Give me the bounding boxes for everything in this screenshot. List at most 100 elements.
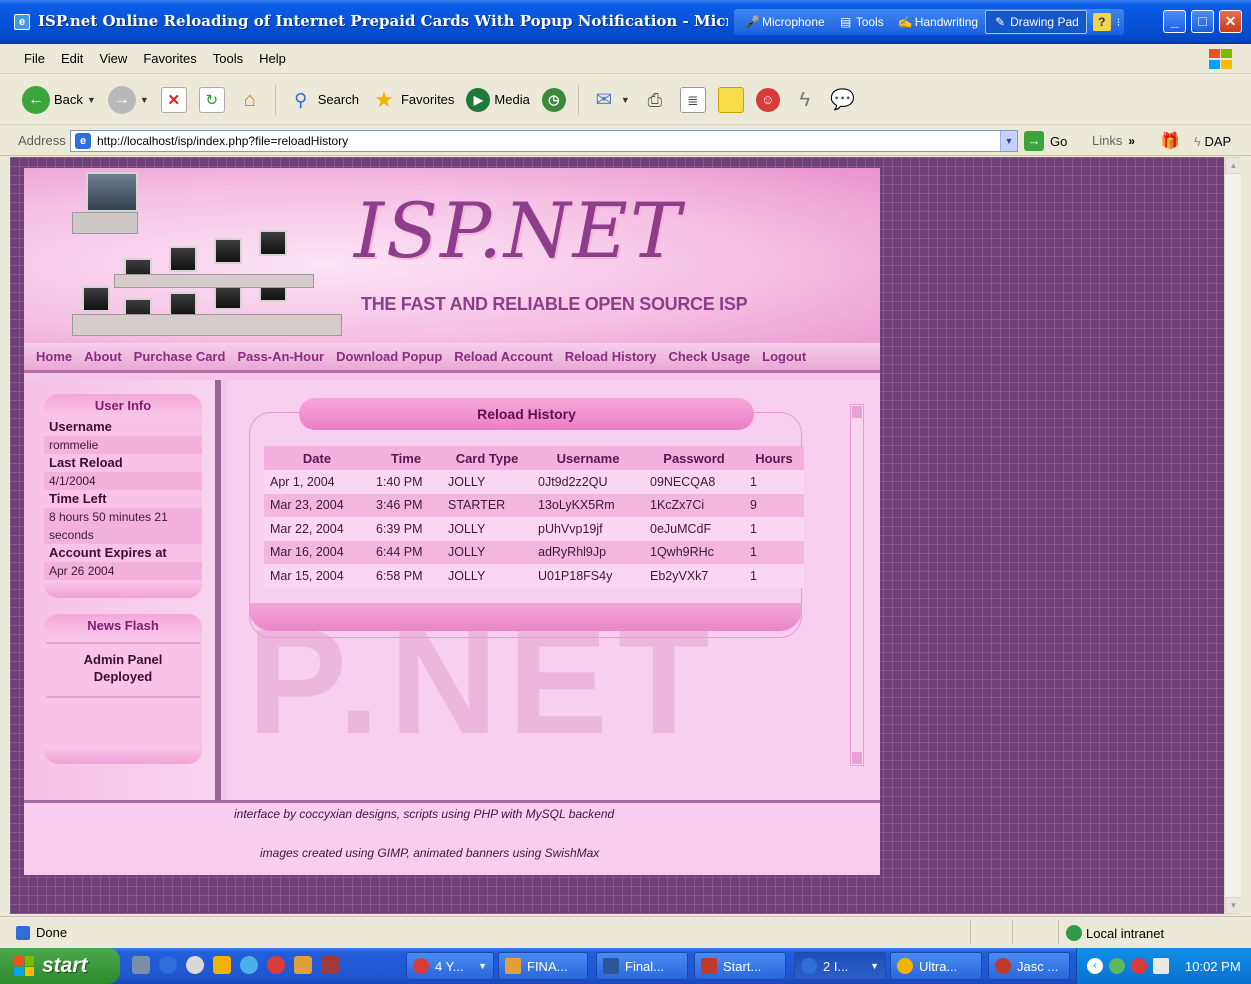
address-url[interactable]: http://localhost/isp/index.php?file=relo… xyxy=(97,134,1000,148)
search-button[interactable]: ⚲ Search xyxy=(284,82,363,118)
nav-reload-account[interactable]: Reload Account xyxy=(454,349,552,364)
dap-toolbar: 🎁 ϟ DAP xyxy=(1160,131,1231,151)
research-button[interactable]: ϟ xyxy=(788,82,822,118)
history-icon: ◷ xyxy=(541,87,566,112)
discuss-button[interactable]: 💬 xyxy=(826,82,860,118)
address-dropdown-icon[interactable]: ▼ xyxy=(1000,131,1017,151)
home-button[interactable]: ⌂ xyxy=(233,82,267,118)
stop-button[interactable]: ✕ xyxy=(157,82,191,118)
taskbar-button-start-app[interactable]: Start... xyxy=(694,952,786,980)
status-text: Done xyxy=(16,925,67,940)
scroll-down-icon[interactable] xyxy=(852,752,862,764)
taskbar-button-messenger[interactable]: 4 Y... ▼ xyxy=(406,952,494,980)
nav-reload-history[interactable]: Reload History xyxy=(565,349,657,364)
print-button[interactable]: ⎙ xyxy=(638,82,672,118)
site-tagline: THE FAST AND RELIABLE OPEN SOURCE ISP xyxy=(361,294,748,314)
nav-purchase-card[interactable]: Purchase Card xyxy=(134,349,226,364)
edit-button[interactable]: ≣ xyxy=(676,82,710,118)
scroll-down-icon[interactable]: ▼ xyxy=(1225,897,1241,914)
dap-button[interactable]: ϟ DAP xyxy=(1194,134,1231,149)
refresh-icon: ↻ xyxy=(198,86,225,113)
lang-tools-button[interactable]: ▤ Tools xyxy=(832,10,891,34)
nav-logout[interactable]: Logout xyxy=(762,349,806,364)
microphone-icon: 🎤 xyxy=(745,15,760,29)
taskbar-button-ie[interactable]: 2 I... ▼ xyxy=(794,952,886,980)
address-input[interactable]: e http://localhost/isp/index.php?file=re… xyxy=(70,130,1018,152)
mail-dropdown-icon[interactable]: ▼ xyxy=(621,95,630,105)
table-row: Mar 23, 2004 3:46 PM STARTER 13oLyKX5Rm … xyxy=(264,493,804,517)
ie-quick-launch-icon[interactable] xyxy=(159,956,177,974)
links-toolbar[interactable]: Links» xyxy=(1092,133,1135,148)
close-button[interactable]: ✕ xyxy=(1219,10,1242,33)
quick-launch-icon[interactable] xyxy=(240,956,258,974)
media-button[interactable]: ▶ Media xyxy=(462,82,533,118)
go-button[interactable]: → Go xyxy=(1024,131,1067,151)
cell-username: adRyRhl9Jp xyxy=(532,540,644,564)
table-row: Mar 22, 2004 6:39 PM JOLLY pUhVvp19jf 0e… xyxy=(264,517,804,541)
cell-date: Mar 16, 2004 xyxy=(264,540,370,564)
lightning-icon: ϟ xyxy=(799,88,811,111)
network-tray-icon[interactable] xyxy=(1109,958,1125,974)
page-scrollbar[interactable]: ▲ ▼ xyxy=(1224,157,1241,914)
scroll-up-icon[interactable]: ▲ xyxy=(1225,157,1241,174)
window-title-bar[interactable]: e ISP.net Online Reloading of Internet P… xyxy=(0,0,1251,44)
menu-view[interactable]: View xyxy=(91,51,135,66)
notes-button[interactable] xyxy=(714,82,748,118)
taskbar-button-ultra[interactable]: Ultra... xyxy=(890,952,982,980)
news-line-1: Admin Panel xyxy=(83,652,163,667)
menu-file[interactable]: File xyxy=(16,51,53,66)
menu-help[interactable]: Help xyxy=(251,51,294,66)
cell-hours: 1 xyxy=(744,564,804,588)
links-chevron-icon[interactable]: » xyxy=(1128,134,1135,148)
refresh-button[interactable]: ↻ xyxy=(195,82,229,118)
last-reload-value: 4/1/2004 xyxy=(44,472,202,490)
gift-icon[interactable]: 🎁 xyxy=(1160,131,1180,151)
menu-favorites[interactable]: Favorites xyxy=(135,51,204,66)
cell-card-type: JOLLY xyxy=(442,517,532,541)
nav-pass-an-hour[interactable]: Pass-An-Hour xyxy=(237,349,324,364)
scroll-up-icon[interactable] xyxy=(852,406,862,418)
maximize-button[interactable]: □ xyxy=(1191,10,1214,33)
taskbar-button-word[interactable]: Final... xyxy=(596,952,688,980)
discuss-bubble-icon: 💬 xyxy=(830,88,856,111)
favorites-button[interactable]: ★ Favorites xyxy=(367,82,458,118)
menu-tools[interactable]: Tools xyxy=(205,51,251,66)
taskbar-button-jasc[interactable]: Jasc ... xyxy=(988,952,1070,980)
footer-credits-1: interface by coccyxian designs, scripts … xyxy=(234,807,615,821)
menu-edit[interactable]: Edit xyxy=(53,51,91,66)
forward-dropdown-icon[interactable]: ▼ xyxy=(140,95,149,105)
language-bar-options-icon[interactable]: ⁝ xyxy=(1117,16,1121,29)
quick-launch-icon[interactable] xyxy=(213,956,231,974)
lang-drawing-pad-button[interactable]: ✎ Drawing Pad xyxy=(985,10,1087,34)
monitor-tray-icon[interactable] xyxy=(1153,958,1169,974)
nav-about[interactable]: About xyxy=(84,349,122,364)
taskbar-button-folder[interactable]: FINA... xyxy=(498,952,588,980)
messenger-button[interactable]: ☺ xyxy=(752,82,784,118)
minimize-button[interactable]: _ xyxy=(1163,10,1186,33)
nav-check-usage[interactable]: Check Usage xyxy=(669,349,751,364)
tray-expand-icon[interactable]: ‹ xyxy=(1087,958,1103,974)
cell-password: 09NECQA8 xyxy=(644,470,744,494)
messenger-quick-launch-icon[interactable] xyxy=(267,956,285,974)
word-icon xyxy=(603,958,619,974)
messenger-tray-icon[interactable] xyxy=(1131,958,1147,974)
quick-launch-icon[interactable] xyxy=(321,956,339,974)
system-clock[interactable]: 10:02 PM xyxy=(1185,959,1241,974)
lang-handwriting-button[interactable]: ✍ Handwriting xyxy=(891,10,985,34)
nav-download-popup[interactable]: Download Popup xyxy=(336,349,442,364)
ie-app-icon[interactable]: e xyxy=(14,14,30,30)
history-button[interactable]: ◷ xyxy=(538,82,570,118)
back-dropdown-icon[interactable]: ▼ xyxy=(87,95,96,105)
help-icon[interactable]: ? xyxy=(1092,13,1111,31)
browser-viewport[interactable]: ISP.NET THE FAST AND RELIABLE OPEN SOURC… xyxy=(10,157,1241,914)
back-button[interactable]: ← Back ▼ xyxy=(18,82,100,118)
quick-launch-icon[interactable] xyxy=(132,956,150,974)
folder-quick-launch-icon[interactable] xyxy=(294,956,312,974)
quick-launch-icon[interactable] xyxy=(186,956,204,974)
nav-home[interactable]: Home xyxy=(36,349,72,364)
lang-microphone-button[interactable]: 🎤 Microphone xyxy=(738,10,832,34)
start-button[interactable]: start xyxy=(0,948,120,984)
content-scrollbar[interactable] xyxy=(850,404,864,766)
mail-button[interactable]: ✉ ▼ xyxy=(587,82,634,118)
forward-button[interactable]: → ▼ xyxy=(104,82,153,118)
